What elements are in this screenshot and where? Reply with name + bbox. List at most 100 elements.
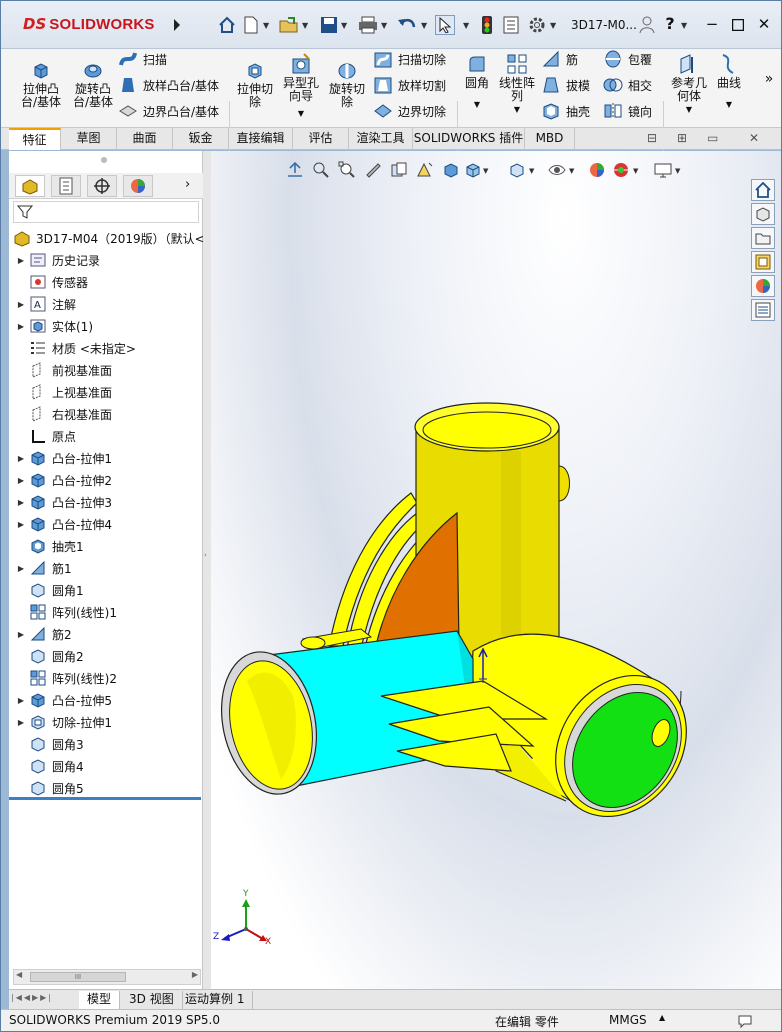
tree-item[interactable]: 前视基准面 xyxy=(15,359,112,381)
open-dropdown-icon[interactable]: ▼ xyxy=(302,21,308,30)
boundary-cut-button[interactable]: 边界切除 xyxy=(373,101,446,121)
tree-item[interactable]: ▶ 实体(1) xyxy=(15,315,93,337)
extrude-boss-button[interactable]: 拉伸凸 台/基体 xyxy=(15,59,67,109)
tree-item[interactable]: ▶ 切除-拉伸1 xyxy=(15,711,112,733)
undo-icon[interactable] xyxy=(397,15,417,35)
expand-arrow-icon[interactable]: ▶ xyxy=(15,476,27,485)
gear-dropdown-icon[interactable]: ▼ xyxy=(550,21,556,30)
linear-pattern-button[interactable]: 线性阵 列 ▼ xyxy=(497,53,537,116)
property-manager-tab-icon[interactable] xyxy=(51,175,81,197)
tree-root[interactable]: 3D17-M04（2019版）（默认< xyxy=(13,227,205,249)
doc-minimize-icon[interactable]: ▭ xyxy=(707,131,718,145)
shell-button[interactable]: 抽壳 xyxy=(541,101,590,121)
tree-item[interactable]: 原点 xyxy=(15,425,76,447)
tree-item[interactable]: 传感器 xyxy=(15,271,88,293)
tab-0[interactable]: 特征 xyxy=(9,128,61,150)
expand-arrow-icon[interactable]: ▶ xyxy=(15,630,27,639)
save-dropdown-icon[interactable]: ▼ xyxy=(341,21,347,30)
linear-pattern-dropdown-icon[interactable]: ▼ xyxy=(497,103,537,116)
wrap-button[interactable]: 包覆 xyxy=(603,49,652,69)
save-icon[interactable] xyxy=(319,15,339,35)
tree-item[interactable]: 阵列(线性)2 xyxy=(15,667,117,689)
user-icon[interactable] xyxy=(637,15,657,35)
tree-item[interactable]: 圆角2 xyxy=(15,645,84,667)
rollback-bar[interactable] xyxy=(9,797,201,800)
hole-wizard-button[interactable]: 异型孔 向导 ▼ xyxy=(279,53,323,120)
expand-arrow-icon[interactable]: ▶ xyxy=(15,498,27,507)
tree-item[interactable]: ▶ 凸台-拉伸4 xyxy=(15,513,112,535)
gear-icon[interactable] xyxy=(527,15,547,35)
intersect-button[interactable]: 相交 xyxy=(603,75,652,95)
tree-item[interactable]: ▶ 凸台-拉伸1 xyxy=(15,447,112,469)
tab-motion-study[interactable]: 运动算例 1 xyxy=(177,991,254,1009)
tree-filter-input[interactable] xyxy=(13,201,199,223)
revolve-boss-button[interactable]: 旋转凸 台/基体 xyxy=(67,59,119,109)
tab-3[interactable]: 钣金 xyxy=(173,128,229,150)
draft-button[interactable]: 拔模 xyxy=(541,75,590,95)
tree-item[interactable]: 圆角4 xyxy=(15,755,84,777)
tab-6[interactable]: 渲染工具 xyxy=(349,128,413,150)
reference-geometry-dropdown-icon[interactable]: ▼ xyxy=(667,103,711,116)
tab-1[interactable]: 草图 xyxy=(61,128,117,150)
expand-arrow-icon[interactable]: ▶ xyxy=(15,520,27,529)
tree-item[interactable]: ▶ 凸台-拉伸3 xyxy=(15,491,112,513)
help-icon[interactable]: ? xyxy=(659,15,681,35)
expand-arrow-icon[interactable]: ▶ xyxy=(15,300,27,309)
tree-item[interactable]: 圆角1 xyxy=(15,579,84,601)
minimize-button[interactable]: − xyxy=(701,15,723,35)
tab-8[interactable]: MBD xyxy=(525,128,575,150)
revolve-cut-button[interactable]: 旋转切 除 xyxy=(325,59,369,109)
extrude-cut-button[interactable]: 拉伸切 除 xyxy=(233,59,277,109)
horizontal-scrollbar[interactable]: ◀ III ▶ xyxy=(13,969,201,985)
curves-button[interactable]: 曲线 ▼ xyxy=(711,53,747,111)
tab-nav-arrows-icon[interactable]: |◀◀▶▶| xyxy=(11,993,53,1002)
feature-manager-tab-icon[interactable] xyxy=(15,175,45,197)
tree-item[interactable]: ▶ 筋1 xyxy=(15,557,72,579)
help-dropdown-icon[interactable]: ▼ xyxy=(681,21,687,30)
tree-item[interactable]: ▶ 历史记录 xyxy=(15,249,100,271)
swept-cut-button[interactable]: 扫描切除 xyxy=(373,49,446,69)
print-dropdown-icon[interactable]: ▼ xyxy=(381,21,387,30)
tree-item[interactable]: 材质 <未指定> xyxy=(15,337,136,359)
reference-geometry-button[interactable]: 参考几 何体 ▼ xyxy=(667,53,711,116)
rib-button[interactable]: 筋 xyxy=(541,49,578,69)
boundary-boss-button[interactable]: 边界凸台/基体 xyxy=(118,101,219,121)
tab-2[interactable]: 曲面 xyxy=(117,128,173,150)
fillet-dropdown-icon[interactable]: ▼ xyxy=(459,98,495,111)
sweep-button[interactable]: 扫描 xyxy=(118,49,167,69)
undo-dropdown-icon[interactable]: ▼ xyxy=(421,21,427,30)
expand-arrow-icon[interactable]: ▶ xyxy=(15,718,27,727)
expand-arrow-icon[interactable]: ▶ xyxy=(15,454,27,463)
new-dropdown-icon[interactable]: ▼ xyxy=(263,21,269,30)
fillet-button[interactable]: 圆角 ▼ xyxy=(459,53,495,111)
tree-item[interactable]: 右视基准面 xyxy=(15,403,112,425)
expand-arrow-icon[interactable]: ▶ xyxy=(15,564,27,573)
expand-arrow-icon[interactable]: ▶ xyxy=(15,322,27,331)
restore-view-icon[interactable]: ⊟ xyxy=(647,131,657,145)
hole-wizard-dropdown-icon[interactable]: ▼ xyxy=(279,107,323,120)
lofted-cut-button[interactable]: 放样切割 xyxy=(373,75,446,95)
display-manager-tab-icon[interactable] xyxy=(123,175,153,197)
tree-item[interactable]: ▶ 凸台-拉伸2 xyxy=(15,469,112,491)
close-button[interactable]: ✕ xyxy=(753,15,775,35)
scroll-left-icon[interactable]: ◀ xyxy=(16,970,22,979)
tree-item[interactable]: 圆角5 xyxy=(15,777,84,799)
more-commands-button[interactable]: » xyxy=(761,72,777,86)
curves-dropdown-icon[interactable]: ▼ xyxy=(711,98,747,111)
mirror-button[interactable]: 镜向 xyxy=(603,101,652,121)
tree-item[interactable]: ▶ 凸台-拉伸5 xyxy=(15,689,112,711)
tree-item[interactable]: 阵列(线性)1 xyxy=(15,601,117,623)
tree-item[interactable]: 抽壳1 xyxy=(15,535,84,557)
units-dropdown-icon[interactable]: ▲ xyxy=(659,1013,665,1022)
home-icon[interactable] xyxy=(217,15,237,35)
tree-item[interactable]: ▶ A 注解 xyxy=(15,293,76,315)
scroll-right-icon[interactable]: ▶ xyxy=(192,970,198,979)
print-icon[interactable] xyxy=(358,15,378,35)
maximize-button[interactable] xyxy=(727,15,749,35)
select-dropdown-icon[interactable]: ▼ xyxy=(463,21,469,30)
solidworks-logo[interactable]: DS SOLIDWORKS xyxy=(23,13,155,35)
graphics-area[interactable]: ▼ ▼ ▼ ▼ ▼ Y X Z xyxy=(211,151,781,989)
loft-button[interactable]: 放样凸台/基体 xyxy=(118,75,219,95)
expand-arrow-icon[interactable]: ▶ xyxy=(15,696,27,705)
new-document-icon[interactable] xyxy=(241,15,261,35)
